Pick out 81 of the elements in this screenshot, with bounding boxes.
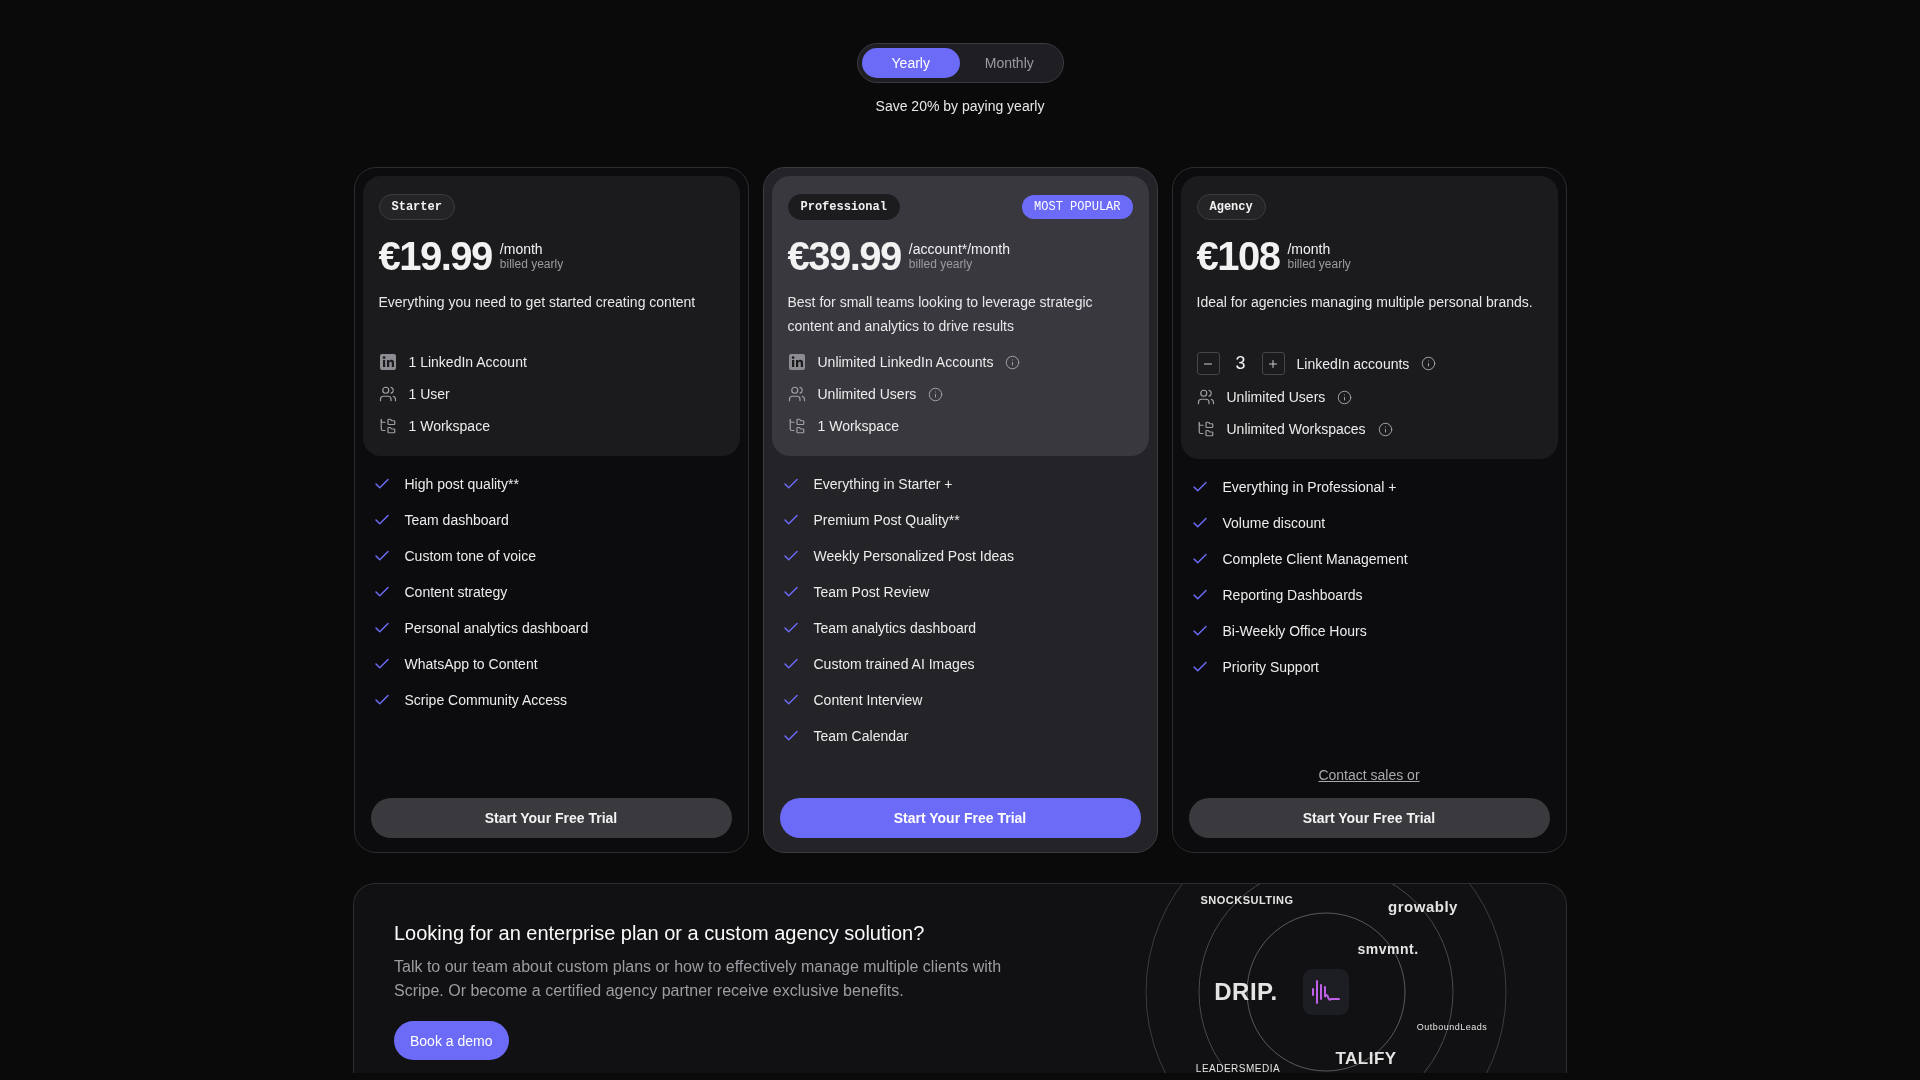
price-period: /account*/month [908,240,1010,257]
feature-text: Everything in Starter + [813,475,953,494]
billing-option[interactable]: Yearly [861,48,960,78]
feature-text: Volume discount [1222,514,1326,533]
feature-text: Weekly Personalized Post Ideas [813,547,1014,566]
feature-text: Team Post Review [813,583,930,602]
feature-text: Custom trained AI Images [813,655,975,674]
info-icon[interactable] [1377,421,1393,437]
partner-logo: DRIP. [1214,978,1278,1006]
feature-text: Scripe Community Access [404,691,568,710]
feature-text: Content strategy [404,583,508,602]
plan-price: €108 [1196,233,1280,280]
feature-text: High post quality** [404,475,519,494]
free-trial-button[interactable]: Start Your Free Trial [779,798,1141,838]
enterprise-text: Talk to our team about custom plans or how to effectively manage multiple clients with Scripe. Or become a certified agency partner receive exclusive benefits. [394,957,1003,1001]
users-icon [378,385,397,403]
feature-text: Team Calendar [813,727,909,746]
folder-tree-icon [787,417,806,435]
billing-cycle: billed yearly [499,256,564,272]
plan-limit: Unlimited LinkedIn Accounts [817,354,994,370]
plan-price: €19.99 [378,233,492,280]
feature-text: Bi-Weekly Office Hours [1222,622,1367,641]
partner-logo: smvmnt. [1357,941,1419,957]
feature-text: Custom tone of voice [404,547,536,566]
partner-logo: SNOCKSULTING [1200,894,1294,906]
linkedin-icon [378,353,397,371]
savings-note: Save 20% by paying yearly [875,98,1045,114]
contact-sales-link[interactable]: Contact sales or [1318,767,1420,783]
plan-limit: 1 User [408,386,450,402]
plan-description: Everything you need to get started creating content [378,293,697,312]
folder-tree-icon [1196,420,1215,438]
partner-logo: LEADERSMEDIA [1195,1062,1281,1073]
info-icon[interactable] [1337,389,1353,405]
feature-text: Complete Client Management [1222,550,1408,569]
feature-text: Premium Post Quality** [813,511,960,530]
plan-limit: 1 LinkedIn Account [408,354,527,370]
feature-text: Team analytics dashboard [813,619,977,638]
decrease-button[interactable] [1196,352,1220,375]
plan-tag: Agency [1196,194,1266,220]
feature-text: Content Interview [813,691,923,710]
feature-text: Reporting Dashboards [1222,586,1363,605]
plan-tag: Professional [787,194,900,220]
plus-icon [1267,357,1279,370]
users-icon [787,385,806,403]
billing-option[interactable]: Monthly [960,48,1059,78]
info-icon[interactable] [1421,356,1437,371]
price-period: /month [1287,240,1332,257]
billing-cycle: billed yearly [1287,256,1351,272]
plan-limit: Unlimited Workspaces [1226,421,1366,437]
free-trial-button[interactable]: Start Your Free Trial [1188,798,1550,838]
plan-limit: 1 Workspace [408,418,490,434]
free-trial-button[interactable]: Start Your Free Trial [370,798,732,838]
feature-text: Everything in Professional + [1222,478,1397,497]
price-period: /month [499,240,544,257]
enterprise-title: Looking for an enterprise plan or a custom agency solution? [394,922,925,945]
plan-description: Best for small teams looking to leverage strategic content and analytics to drive results [787,293,1094,336]
plan-limit: Unlimited Users [1226,389,1326,405]
billing-cycle: billed yearly [908,256,974,272]
plan-limit: LinkedIn accounts [1296,355,1410,372]
users-icon [1196,388,1215,406]
partner-logo: OutboundLeads [1416,1022,1488,1032]
plan-description: Ideal for agencies managing multiple personal brands. [1196,293,1534,312]
waveform-app-icon [1303,969,1349,1015]
info-icon[interactable] [928,386,944,402]
popular-badge: MOST POPULAR [1022,195,1133,219]
plan-price: €39.99 [787,233,901,280]
partner-logo: TALIFY [1335,1049,1397,1069]
plan-limit: 1 Workspace [817,418,899,434]
feature-text: Priority Support [1222,658,1319,677]
plan-limit: Unlimited Users [817,386,917,402]
feature-text: Personal analytics dashboard [404,619,589,638]
feature-text: WhatsApp to Content [404,655,538,674]
increase-button[interactable] [1261,352,1285,375]
plan-tag: Starter [378,194,455,220]
feature-text: Team dashboard [404,511,509,530]
folder-tree-icon [378,417,397,435]
book-demo-button[interactable]: Book a demo [394,1021,509,1060]
linkedin-icon [787,353,806,371]
partner-logo: growably [1388,897,1458,915]
info-icon[interactable] [1005,354,1021,370]
account-count: 3 [1234,353,1247,374]
